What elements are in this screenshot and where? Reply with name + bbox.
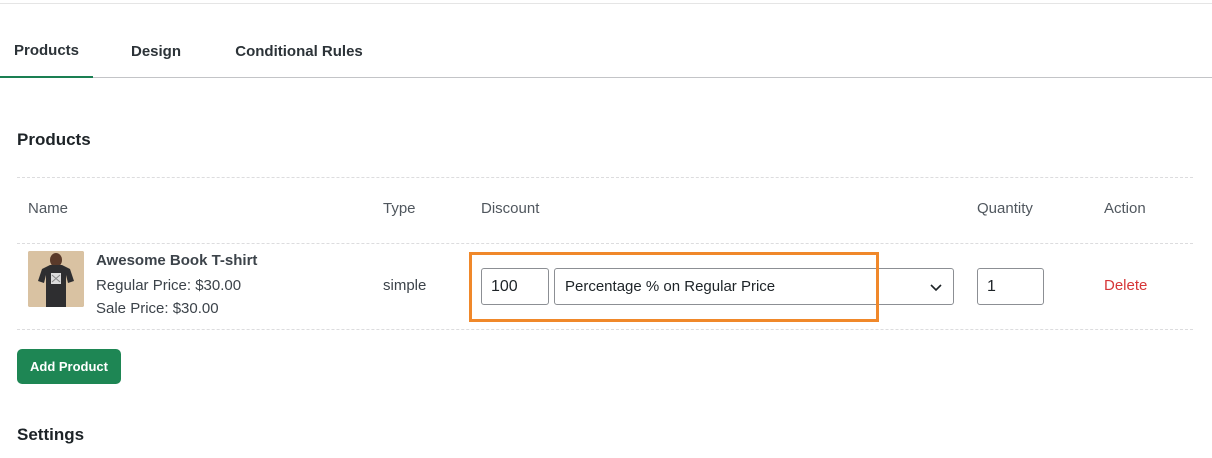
highlight-box (469, 252, 879, 322)
product-sale-price: Sale Price: $30.00 (96, 300, 219, 317)
table-divider (17, 329, 1193, 330)
tshirt-image-icon (28, 251, 84, 307)
product-regular-price: Regular Price: $30.00 (96, 277, 242, 294)
table-divider (17, 243, 1193, 244)
tab-products[interactable]: Products (0, 24, 93, 78)
settings-section-title: Settings (17, 425, 85, 444)
tab-bar: Products Design Conditional Rules (0, 24, 1212, 78)
tab-conditional-rules[interactable]: Conditional Rules (220, 24, 378, 78)
delete-link[interactable]: Delete (1104, 277, 1147, 294)
top-divider (0, 3, 1212, 4)
chevron-down-icon (930, 284, 942, 292)
product-name: Awesome Book T-shirt (96, 252, 258, 269)
column-header-quantity: Quantity (977, 200, 1033, 217)
add-product-button[interactable]: Add Product (17, 349, 121, 384)
column-header-type: Type (383, 200, 416, 217)
tab-design[interactable]: Design (114, 24, 198, 78)
column-header-discount: Discount (481, 200, 540, 217)
product-thumbnail (28, 251, 84, 307)
quantity-input[interactable] (977, 268, 1044, 305)
column-header-name: Name (28, 200, 69, 217)
column-header-action: Action (1104, 200, 1146, 217)
table-divider (17, 177, 1193, 178)
products-section-title: Products (17, 130, 91, 149)
product-type: simple (383, 277, 427, 294)
